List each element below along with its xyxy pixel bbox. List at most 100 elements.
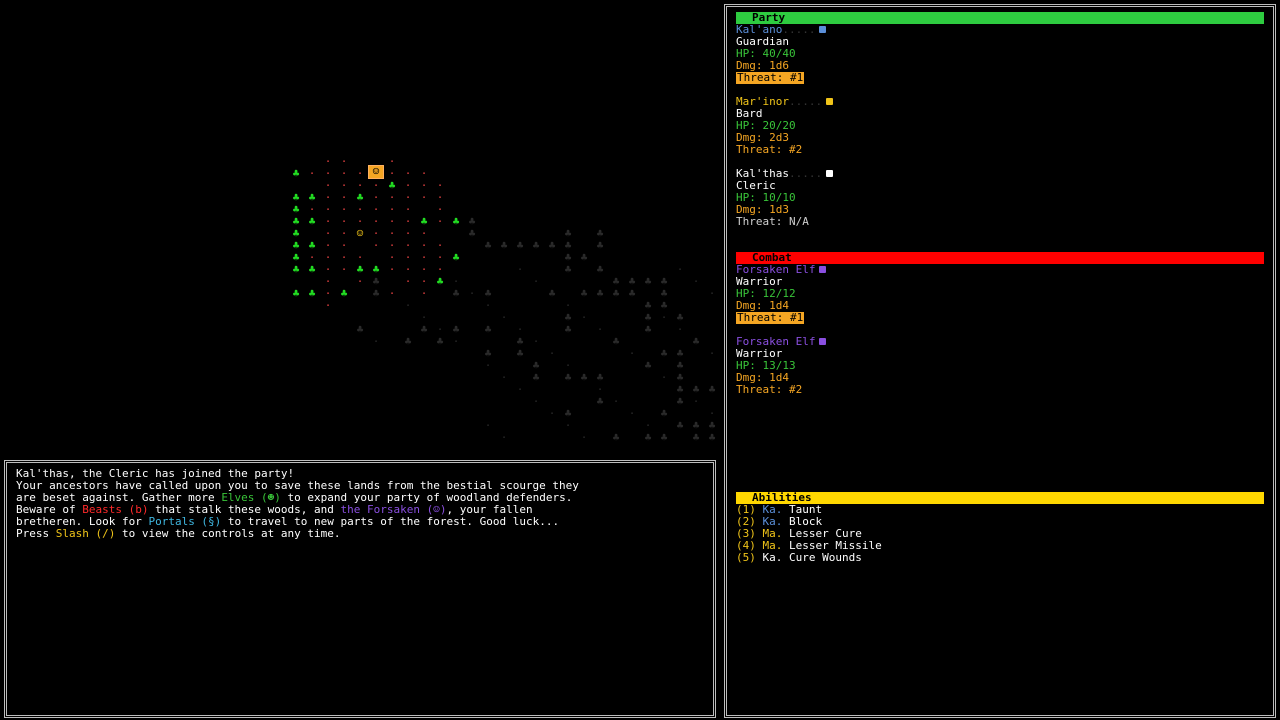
hp-stat: HP: 13/13 [736,359,796,372]
enemy-card[interactable]: Forsaken Elf Warrior HP: 12/12 Dmg: 1d4 Thre… [736,264,1264,324]
unexplored-tree-tile: ♣ [484,239,492,252]
class-label: Cleric [736,179,776,192]
unexplored-tree-tile: ♣ [612,287,620,300]
enemy-marker-icon [819,266,827,273]
enemy-marker-icon [819,338,827,345]
unexplored-tree-tile: ♣ [692,335,700,348]
ability-name: Cure Wounds [789,551,862,564]
member-marker-icon [819,26,827,33]
unexplored-floor-tile: · [500,431,508,444]
unexplored-floor-tile: · [628,347,636,360]
unexplored-floor-tile: · [692,275,700,288]
floor-tile: · [324,299,332,312]
unexplored-tree-tile: ♣ [532,239,540,252]
portal-icon[interactable]: ☺ [368,165,384,179]
member-name-row: Kal'thas..... [736,168,1264,180]
damage-stat: Dmg: 1d4 [736,371,789,384]
class-label: Warrior [736,347,783,360]
unexplored-tree-tile: ♣ [692,431,700,444]
threat-row: Threat: #1 [736,72,1264,84]
name-dots: ..... [788,167,823,180]
tree-tile: ♣ [436,275,444,288]
unexplored-tree-tile: ♣ [708,383,716,396]
unexplored-tree-tile: ♣ [580,287,588,300]
party-section: Party Kal'ano..... Guardian HP: 40/40 Dmg: … [736,12,1264,240]
unexplored-floor-tile: · [660,371,668,384]
unexplored-tree-tile: ♣ [596,395,604,408]
damage-stat: Dmg: 1d6 [736,59,789,72]
unexplored-floor-tile: · [596,323,604,336]
unexplored-floor-tile: · [548,347,556,360]
unexplored-floor-tile: · [644,419,652,432]
unexplored-tree-tile: ♣ [644,323,652,336]
tree-tile: ♣ [388,179,396,192]
unexplored-floor-tile: · [580,431,588,444]
ability-owner: Ka. [762,551,783,564]
unexplored-tree-tile: ♣ [612,431,620,444]
enemy-card[interactable]: Forsaken Elf Warrior HP: 13/13 Dmg: 1d4 Thre… [736,336,1264,396]
floor-tile: · [436,215,444,228]
log-segment: to view the controls at any time. [115,527,341,540]
damage-stat: Dmg: 2d3 [736,131,789,144]
unexplored-floor-tile: · [628,407,636,420]
unexplored-tree-tile: ♣ [660,347,668,360]
tree-tile: ♣ [356,263,364,276]
unexplored-tree-tile: ♣ [548,239,556,252]
floor-tile: · [340,263,348,276]
tree-tile: ♣ [308,191,316,204]
threat-stat: Threat: #2 [736,143,803,156]
unexplored-tree-tile: ♣ [564,371,572,384]
unexplored-tree-tile: ♣ [644,359,652,372]
unexplored-tree-tile: ♣ [596,239,604,252]
party-member-card[interactable]: Kal'thas..... Cleric HP: 10/10 Dmg: 1d3 Thre… [736,168,1264,228]
unexplored-floor-tile: · [708,287,716,300]
tree-tile: ♣ [452,251,460,264]
player-character-icon[interactable]: ☺ [352,228,368,240]
log-segment: Press [16,527,56,540]
threat-stat: Threat: #1 [736,71,805,84]
member-name-row: Kal'ano..... [736,24,1264,36]
unexplored-floor-tile: · [548,407,556,420]
tree-tile: ♣ [308,287,316,300]
threat-stat: Threat: N/A [736,215,809,228]
unexplored-floor-tile: · [484,359,492,372]
unexplored-floor-tile: · [452,275,460,288]
threat-row: Threat: #1 [736,312,1264,324]
unexplored-floor-tile: · [404,299,412,312]
unexplored-tree-tile: ♣ [532,371,540,384]
unexplored-floor-tile: · [484,299,492,312]
combat-section: Combat Forsaken Elf Warrior HP: 12/12 Dmg: … [736,252,1264,408]
unexplored-floor-tile: · [580,311,588,324]
unexplored-tree-tile: ♣ [516,347,524,360]
unexplored-floor-tile: · [516,323,524,336]
unexplored-tree-tile: ♣ [628,287,636,300]
party-member-card[interactable]: Mar'inor..... Bard HP: 20/20 Dmg: 2d3 Threat… [736,96,1264,156]
unexplored-tree-tile: ♣ [452,287,460,300]
game-map[interactable]: · · · · · · · · · · · · · · · · · · · · · · · · · · · · · · · · · · · · · · · ·… [0,0,720,456]
name-dots: ..... [788,95,823,108]
unexplored-floor-tile: · [372,335,380,348]
tree-tile: ♣ [340,287,348,300]
tree-tile: ♣ [452,215,460,228]
tree-tile: ♣ [420,215,428,228]
floor-tile: · [308,167,316,180]
hp-stat: HP: 12/12 [736,287,796,300]
unexplored-tree-tile: ♣ [596,287,604,300]
unexplored-tree-tile: ♣ [484,323,492,336]
hp-stat: HP: 10/10 [736,191,796,204]
unexplored-tree-tile: ♣ [612,335,620,348]
tree-tile: ♣ [308,239,316,252]
ability-item[interactable]: (5) Ka. Cure Wounds [736,552,1264,564]
abilities-section: Abilities (1) Ka. Taunt (2) Ka. Block (3) … [736,492,1264,564]
party-member-card[interactable]: Kal'ano..... Guardian HP: 40/40 Dmg: 1d6 Thr… [736,24,1264,84]
damage-stat: Dmg: 1d4 [736,299,789,312]
unexplored-tree-tile: ♣ [676,395,684,408]
threat-row: Threat: #2 [736,384,1264,396]
unexplored-floor-tile: · [532,335,540,348]
unexplored-floor-tile: · [500,371,508,384]
unexplored-tree-tile: ♣ [644,431,652,444]
tree-tile: ♣ [292,167,300,180]
unexplored-floor-tile: · [516,383,524,396]
unexplored-tree-tile: ♣ [580,251,588,264]
ability-key: (5) [736,551,756,564]
